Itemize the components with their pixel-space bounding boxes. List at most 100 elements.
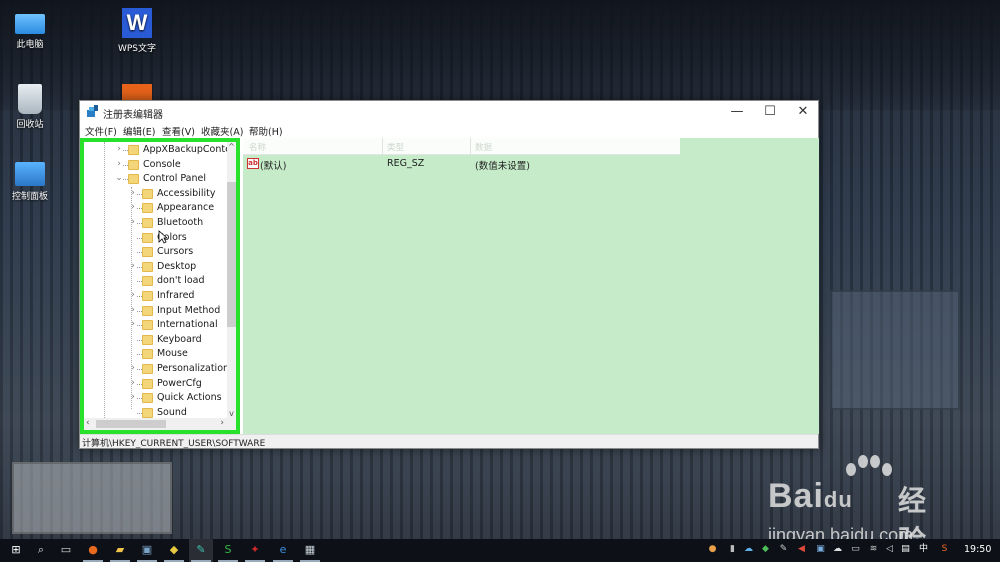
internet-explorer-icon[interactable]: e [276, 543, 290, 557]
app-red-icon[interactable]: ✦ [248, 543, 262, 557]
tree-horizontal-scrollbar[interactable]: ‹ › [84, 418, 236, 430]
desktop-icon-wps-writer[interactable]: W WPS文字 [107, 8, 167, 54]
menu-file[interactable]: 文件(F) [85, 124, 117, 138]
column-data-header[interactable]: 数据 [475, 141, 492, 153]
folder-icon [142, 378, 153, 389]
notifications-icon[interactable]: ▤ [900, 544, 911, 555]
folder-icon [142, 232, 153, 243]
scroll-right-arrow-icon[interactable]: › [220, 418, 224, 428]
column-type-header[interactable]: 类型 [387, 141, 404, 153]
value-row[interactable]: ab (默认) REG_SZ (数值未设置) [243, 157, 680, 172]
tree-node-label: International [157, 319, 218, 331]
expand-chevron-icon[interactable]: ⌄ [114, 173, 124, 183]
photos-icon[interactable]: ◆ [167, 543, 181, 557]
registry-editor-window: 注册表编辑器 — ☐ ✕ 文件(F) 编辑(E) 查看(V) 收藏夹(A) 帮助… [79, 100, 819, 449]
clock[interactable]: 19:50 [964, 544, 991, 555]
tree-node-label: Cursors [157, 246, 194, 258]
registry-path: 计算机\HKEY_CURRENT_USER\SOFTWARE [82, 439, 266, 449]
regedit-icon [87, 105, 98, 117]
file-explorer-icon[interactable]: ▰ [113, 543, 127, 557]
network-globe-icon[interactable]: ● [707, 544, 718, 555]
desktop-icon-this-pc[interactable]: 此电脑 [0, 8, 60, 50]
ime-indicator[interactable]: 中 [918, 544, 929, 555]
expand-chevron-icon[interactable]: › [114, 159, 124, 169]
menu-view[interactable]: 查看(V) [162, 124, 195, 138]
tree-node-label: Keyboard [157, 333, 202, 345]
expand-chevron-icon[interactable]: › [128, 319, 138, 329]
search-icon[interactable]: ⌕ [34, 543, 48, 557]
baidu-brand: Baidu [768, 477, 853, 515]
value-type: REG_SZ [387, 158, 425, 169]
app-window-icon[interactable]: ▦ [303, 543, 317, 557]
folder-icon [142, 261, 153, 272]
folder-icon [142, 393, 153, 404]
folder-icon [142, 188, 153, 199]
tree-node-label: Personalization [157, 363, 227, 374]
mute-icon[interactable]: ◁ [884, 544, 895, 555]
folder-icon [142, 247, 153, 258]
menu-edit[interactable]: 编辑(E) [123, 124, 155, 138]
tree-node-label: Input Method [157, 304, 221, 316]
expand-chevron-icon[interactable]: › [128, 217, 138, 227]
folder-icon [142, 203, 153, 214]
wps-spreadsheet-icon[interactable]: S [221, 543, 235, 557]
folder-icon [142, 276, 153, 287]
desktop-icon-recycle-bin[interactable]: 回收站 [0, 84, 60, 130]
folder-icon [128, 145, 139, 155]
folder-icon [142, 407, 153, 418]
expand-chevron-icon[interactable]: › [128, 188, 138, 198]
tree-vertical-scrollbar[interactable]: ^ v [227, 142, 236, 418]
title-bar[interactable]: 注册表编辑器 — ☐ ✕ [80, 101, 818, 123]
volume-red-icon[interactable]: ◀ [796, 544, 807, 555]
expand-chevron-icon[interactable]: › [128, 290, 138, 300]
battery-icon[interactable]: ▭ [850, 544, 861, 555]
scrollbar-thumb[interactable] [227, 182, 236, 327]
folder-icon [142, 320, 153, 331]
start-icon[interactable]: ⊞ [9, 543, 23, 557]
desktop-icon-label: WPS文字 [117, 44, 157, 54]
remote-desktop-icon[interactable]: ▣ [140, 543, 154, 557]
status-bar: 计算机\HKEY_CURRENT_USER\SOFTWARE [80, 434, 818, 449]
scroll-up-arrow-icon[interactable]: ^ [227, 142, 236, 151]
folder-icon [128, 159, 139, 170]
tree-node-label: AppXBackupConter [143, 144, 227, 155]
desktop-icon-label: 控制面板 [11, 192, 48, 202]
folder-icon [142, 291, 153, 301]
desktop-icon-control-panel[interactable]: 控制面板 [0, 162, 60, 202]
values-header: 名称 类型 数据 [243, 138, 680, 155]
task-view-icon[interactable]: ▭ [59, 543, 73, 557]
close-button[interactable]: ✕ [786, 101, 820, 123]
tree-node-label: Sound [157, 406, 187, 418]
wifi-icon[interactable]: ≋ [868, 544, 879, 555]
column-separator[interactable] [382, 138, 383, 155]
cloud-icon[interactable]: ☁ [832, 544, 843, 555]
menu-favorites[interactable]: 收藏夹(A) [201, 124, 243, 138]
360-icon[interactable]: ◆ [760, 544, 771, 555]
app-tray-icon[interactable]: ▣ [815, 544, 826, 555]
pen-icon[interactable]: ✎ [778, 544, 789, 555]
tree-node-label: Appearance [157, 202, 215, 214]
expand-chevron-icon[interactable]: › [128, 378, 138, 388]
scrollbar-thumb[interactable] [96, 420, 166, 428]
expand-chevron-icon[interactable]: › [128, 261, 138, 271]
expand-chevron-icon[interactable]: › [128, 305, 138, 315]
minimize-button[interactable]: — [720, 101, 754, 123]
desktop-icon-label: 回收站 [16, 120, 44, 130]
scroll-down-arrow-icon[interactable]: v [227, 409, 236, 418]
onedrive-icon[interactable]: ☁ [743, 544, 754, 555]
expand-chevron-icon[interactable]: › [114, 144, 124, 154]
column-name-header[interactable]: 名称 [249, 141, 266, 153]
expand-chevron-icon[interactable]: › [128, 363, 138, 373]
tablet-icon[interactable]: ▮ [727, 544, 738, 555]
expand-chevron-icon[interactable]: › [128, 202, 138, 212]
sogou-icon[interactable]: S [939, 544, 950, 555]
menu-help[interactable]: 帮助(H) [249, 124, 283, 138]
firefox-icon[interactable]: ● [86, 543, 100, 557]
regedit-icon[interactable]: ✎ [194, 543, 208, 557]
maximize-button[interactable]: ☐ [753, 101, 787, 123]
expand-chevron-icon[interactable]: › [128, 392, 138, 402]
scroll-left-arrow-icon[interactable]: ‹ [86, 418, 90, 428]
values-pane: 名称 类型 数据 ab (默认) REG_SZ (数值未设置) [243, 138, 819, 434]
registry-tree: › AppXBackupConter › Console ⌄ Control Panel ›… [84, 142, 227, 418]
column-separator[interactable] [470, 138, 471, 155]
